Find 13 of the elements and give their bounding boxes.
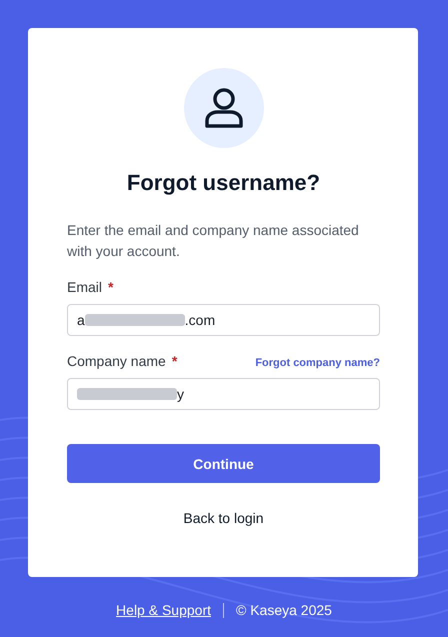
field-label: Company name <box>67 353 166 369</box>
required-mark: * <box>172 353 178 369</box>
input-field[interactable]: y <box>67 378 380 410</box>
field-label: Email <box>67 279 102 295</box>
continue-button[interactable]: Continue <box>67 444 380 483</box>
heading: Forgot username? <box>126 170 322 196</box>
help-support-link[interactable]: Help & Support <box>116 602 211 618</box>
description: Enter the email and company name associated with your account. <box>67 221 360 261</box>
copyright: © Kaseya 2025 <box>236 602 332 618</box>
forgot-company-link[interactable]: Forgot company name? <box>255 357 380 369</box>
back-to-login-link[interactable]: Back to login <box>183 510 264 526</box>
input-field[interactable]: a .com <box>67 304 380 336</box>
required-mark: * <box>108 279 114 295</box>
